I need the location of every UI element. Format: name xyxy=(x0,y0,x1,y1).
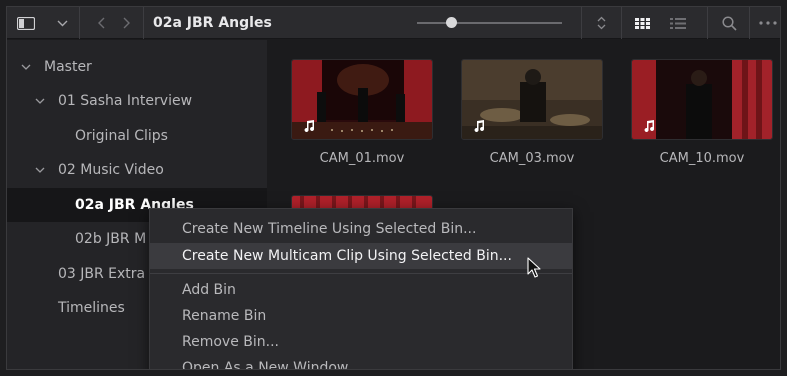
bin-label: 02 Music Video xyxy=(58,162,164,178)
audio-icon xyxy=(474,120,485,132)
clip-thumbnail[interactable] xyxy=(461,59,603,140)
menu-item-add-bin[interactable]: Add Bin xyxy=(150,277,572,303)
more-icon[interactable] xyxy=(755,7,780,39)
bin-label: 03 JBR Extra xyxy=(58,266,146,282)
list-view-icon[interactable] xyxy=(663,7,693,39)
bin-original-clips[interactable]: Original Clips xyxy=(7,119,267,153)
chevron-down-icon[interactable] xyxy=(34,164,46,176)
bin-label: Master xyxy=(44,59,92,75)
bin-02-music-video[interactable]: 02 Music Video xyxy=(7,153,267,187)
clip-name: CAM_01.mov xyxy=(319,151,405,166)
bin-title: 02a JBR Angles xyxy=(153,15,272,31)
forward-icon[interactable] xyxy=(117,7,137,39)
grid-view-icon[interactable] xyxy=(627,7,657,39)
bin-context-menu: Create New Timeline Using Selected Bin..… xyxy=(149,208,573,369)
bin-label: Timelines xyxy=(58,300,125,316)
back-icon[interactable] xyxy=(91,7,111,39)
audio-icon xyxy=(304,120,315,132)
media-pool-toolbar: 02a JBR Angles xyxy=(7,7,780,39)
chevron-down-icon[interactable] xyxy=(34,95,46,107)
chevron-down-icon[interactable] xyxy=(51,7,73,39)
clip-cam-10[interactable]: CAM_10.mov xyxy=(631,59,773,166)
clip-cam-01[interactable]: CAM_01.mov xyxy=(291,59,433,166)
clip-thumbnail[interactable] xyxy=(291,59,433,140)
menu-item-create-timeline[interactable]: Create New Timeline Using Selected Bin..… xyxy=(150,216,572,242)
thumbnail-size-slider[interactable] xyxy=(417,22,562,24)
thumbnail-size-slider-handle[interactable] xyxy=(446,17,458,28)
menu-item-rename-bin[interactable]: Rename Bin xyxy=(150,303,572,329)
sort-icon[interactable] xyxy=(587,7,615,39)
search-icon[interactable] xyxy=(715,7,743,39)
panel-toggle-icon[interactable] xyxy=(13,7,39,39)
clip-cam-03[interactable]: CAM_03.mov xyxy=(461,59,603,166)
bin-label: Original Clips xyxy=(75,128,168,144)
bin-master[interactable]: Master xyxy=(7,50,267,84)
bin-label: 02b JBR M xyxy=(75,231,147,247)
clip-name: CAM_03.mov xyxy=(489,151,575,166)
menu-item-remove-bin[interactable]: Remove Bin... xyxy=(150,329,572,355)
menu-item-open-new-window[interactable]: Open As a New Window xyxy=(150,355,572,369)
mouse-cursor-icon xyxy=(527,257,541,278)
menu-item-create-multicam-clip[interactable]: Create New Multicam Clip Using Selected … xyxy=(150,243,572,269)
media-pool-window: 02a JBR Angles Master 01 Sasha Interview… xyxy=(6,6,781,370)
chevron-down-icon[interactable] xyxy=(20,61,32,73)
clip-thumbnail[interactable] xyxy=(631,59,773,140)
bin-01-sasha-interview[interactable]: 01 Sasha Interview xyxy=(7,84,267,118)
clip-name: CAM_10.mov xyxy=(659,151,745,166)
audio-icon xyxy=(644,120,655,132)
bin-label: 01 Sasha Interview xyxy=(58,93,193,109)
